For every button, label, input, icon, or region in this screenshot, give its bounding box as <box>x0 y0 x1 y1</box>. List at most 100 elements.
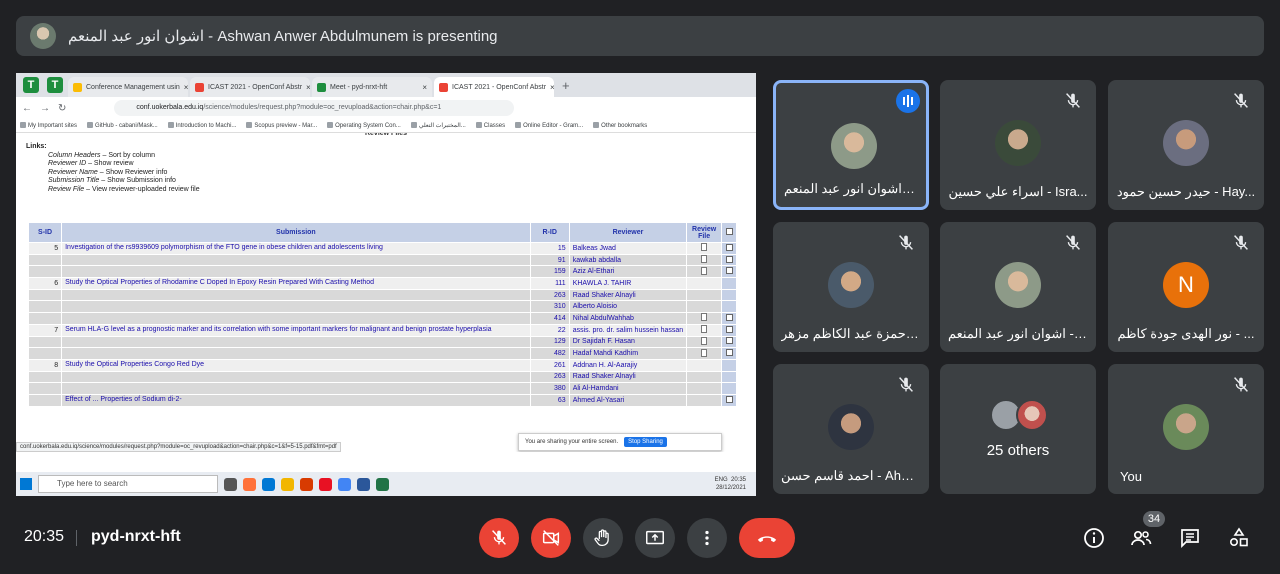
bookmark[interactable]: Operating System Con... <box>327 122 401 129</box>
reviewer-id-link[interactable]: 380 <box>529 382 570 395</box>
close-icon[interactable]: × <box>550 83 554 92</box>
browser-tab[interactable]: Conference Management usin × <box>68 77 188 97</box>
row-checkbox-cell[interactable] <box>721 323 737 337</box>
leave-call-button[interactable] <box>739 518 795 558</box>
row-checkbox[interactable] <box>725 395 733 403</box>
reviewer-name-link[interactable]: assis. pro. dr. salim hussein hassan <box>568 323 688 337</box>
file-explorer-icon[interactable] <box>281 477 294 491</box>
reviewer-id-link[interactable]: 15 <box>529 242 570 255</box>
document-icon[interactable] <box>701 255 708 264</box>
edge-icon[interactable] <box>262 477 275 491</box>
row-checkbox-cell[interactable] <box>721 347 737 360</box>
chat-button[interactable] <box>1176 524 1204 552</box>
mic-toggle-button[interactable] <box>479 518 519 558</box>
review-file-cell[interactable] <box>686 265 723 279</box>
word-icon[interactable] <box>357 477 370 491</box>
reviewer-name-link[interactable]: kawkab abdalla <box>568 253 688 267</box>
submission-title-link[interactable] <box>61 288 531 302</box>
file-header[interactable]: Review File <box>686 222 723 243</box>
reviewer-id-link[interactable]: 263 <box>529 370 570 384</box>
document-icon[interactable] <box>701 325 708 334</box>
submission-title-link[interactable] <box>61 382 531 395</box>
acrobat-icon[interactable] <box>319 477 332 491</box>
review-file-cell[interactable] <box>686 242 723 255</box>
row-checkbox[interactable] <box>725 243 733 251</box>
participant-tile[interactable]: احمد قاسم حسن - Ahm... <box>773 364 929 494</box>
activities-button[interactable] <box>1225 524 1253 552</box>
stop-sharing-button[interactable]: Stop Sharing <box>624 437 667 447</box>
submission-title-link[interactable]: Effect of ... Properties of Sodium di-2- <box>61 393 531 407</box>
firefox-icon[interactable] <box>243 477 256 491</box>
bookmark[interactable]: GitHub - cabani/Mask... <box>87 122 158 129</box>
reviewer-id-link[interactable]: 129 <box>529 335 570 349</box>
document-icon[interactable] <box>701 336 708 345</box>
submission-title-link[interactable] <box>61 312 531 325</box>
document-icon[interactable] <box>701 266 708 275</box>
select-all-checkbox[interactable] <box>721 222 737 243</box>
browser-tab[interactable]: ICAST 2021 - OpenConf Abstr × <box>190 77 310 97</box>
meeting-details-button[interactable] <box>1080 524 1108 552</box>
submission-title-link[interactable] <box>61 347 531 360</box>
bookmark[interactable]: المختبرات التعلي... <box>411 122 466 129</box>
review-file-cell[interactable] <box>686 335 723 349</box>
reviewer-id-link[interactable]: 482 <box>529 347 570 360</box>
browser-tab-active[interactable]: ICAST 2021 - OpenConf Abstr × <box>434 77 554 97</box>
row-checkbox[interactable] <box>725 313 733 321</box>
submission-title-link[interactable] <box>61 300 531 314</box>
reviewer-name-link[interactable]: KHAWLA J. TAHIR <box>568 277 688 290</box>
row-checkbox-cell[interactable] <box>721 335 737 349</box>
row-checkbox-cell[interactable] <box>721 265 737 279</box>
submission-header[interactable]: Submission <box>61 222 531 243</box>
self-tile[interactable]: You <box>1108 364 1264 494</box>
submission-title-link[interactable]: Investigation of the rs9939609 polymorph… <box>61 242 531 255</box>
reviewer-name-link[interactable]: Addnan H. Al-Aarajiy <box>568 358 688 372</box>
participant-tile[interactable]: اسراء علي حسين - Isra... <box>940 80 1096 210</box>
sid-header[interactable]: S-ID <box>27 222 63 243</box>
bookmark[interactable]: Scopus preview - Mar... <box>246 122 317 129</box>
participant-tile[interactable]: N نور الهدى جودة كاظم - ... <box>1108 222 1264 352</box>
submission-title-link[interactable]: Serum HLA-G level as a prognostic marker… <box>61 323 531 337</box>
people-button[interactable] <box>1127 524 1155 552</box>
close-icon[interactable]: × <box>184 83 188 92</box>
reviewer-name-link[interactable]: Aziz Al-Ethari <box>568 265 688 279</box>
reviewer-name-link[interactable]: Hadaf Mahdi Kadhim <box>568 347 688 360</box>
reviewer-id-link[interactable]: 111 <box>529 277 570 290</box>
row-checkbox[interactable] <box>725 337 733 345</box>
submission-title-link[interactable] <box>61 335 531 349</box>
participant-tile[interactable]: اشوان انور عبد المنعم - ... <box>773 80 929 210</box>
reviewer-id-link[interactable]: 159 <box>529 265 570 279</box>
close-icon[interactable]: × <box>422 83 427 92</box>
row-checkbox[interactable] <box>725 267 733 275</box>
review-file-cell[interactable] <box>686 347 723 360</box>
reviewer-id-link[interactable]: 22 <box>529 323 570 337</box>
reload-icon[interactable]: ↻ <box>58 103 66 114</box>
url-field[interactable]: conf.uokerbala.edu.iq/science/modules/re… <box>114 100 515 116</box>
bookmark[interactable]: Online Editor - Gram... <box>515 122 583 129</box>
reviewer-id-link[interactable]: 310 <box>529 300 570 314</box>
chrome-icon[interactable] <box>338 477 351 491</box>
reviewer-id-link[interactable]: 63 <box>529 393 570 407</box>
rid-header[interactable]: R-ID <box>529 222 570 243</box>
participant-tile[interactable]: حمزة عبد الكاظم مزهر - ... <box>773 222 929 352</box>
row-checkbox-cell[interactable] <box>721 393 737 407</box>
reviewer-id-link[interactable]: 261 <box>529 358 570 372</box>
new-tab-icon[interactable]: + <box>562 78 570 93</box>
windows-start-icon[interactable] <box>20 478 32 490</box>
row-checkbox-cell[interactable] <box>721 242 737 255</box>
reviewer-name-link[interactable]: Ahmed Al-Yasari <box>568 393 688 407</box>
row-checkbox-cell[interactable] <box>721 253 737 267</box>
reviewer-name-link[interactable]: Ali Al-Hamdani <box>568 382 688 395</box>
reviewer-id-link[interactable]: 263 <box>529 288 570 302</box>
row-checkbox[interactable] <box>725 255 733 263</box>
participant-tile[interactable]: اشوان انور عبد المنعم - ... <box>940 222 1096 352</box>
browser-tab[interactable]: Meet - pyd-nrxt-hft × <box>312 77 432 97</box>
submission-title-link[interactable]: Study the Optical Properties Congo Red D… <box>61 358 531 372</box>
reviewer-id-link[interactable]: 414 <box>529 312 570 325</box>
close-icon[interactable]: × <box>306 83 310 92</box>
reviewer-header[interactable]: Reviewer <box>568 222 688 243</box>
reviewer-name-link[interactable]: Raad Shaker Alnayli <box>568 288 688 302</box>
bookmark[interactable]: Introduction to Machi... <box>168 122 237 129</box>
reviewer-name-link[interactable]: Alberto Aloisio <box>568 300 688 314</box>
others-tile[interactable]: 25 others <box>940 364 1096 494</box>
back-icon[interactable]: ← <box>22 103 32 114</box>
